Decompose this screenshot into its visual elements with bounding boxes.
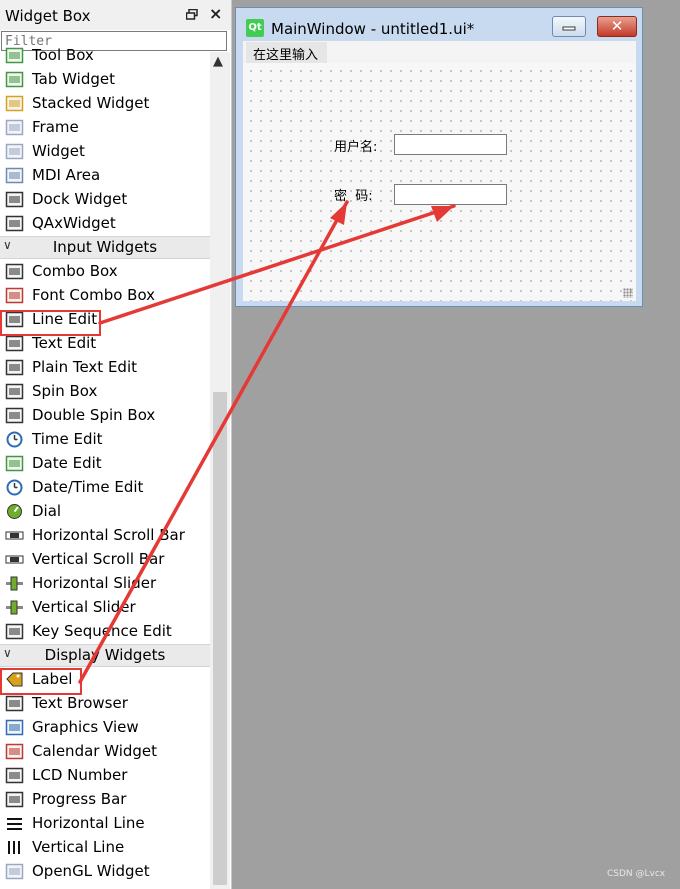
watermark: CSDN @Lvcx [607,869,666,879]
annotation-arrows [78,200,456,684]
label-arrow [78,200,349,684]
line-edit-arrow [98,204,456,325]
